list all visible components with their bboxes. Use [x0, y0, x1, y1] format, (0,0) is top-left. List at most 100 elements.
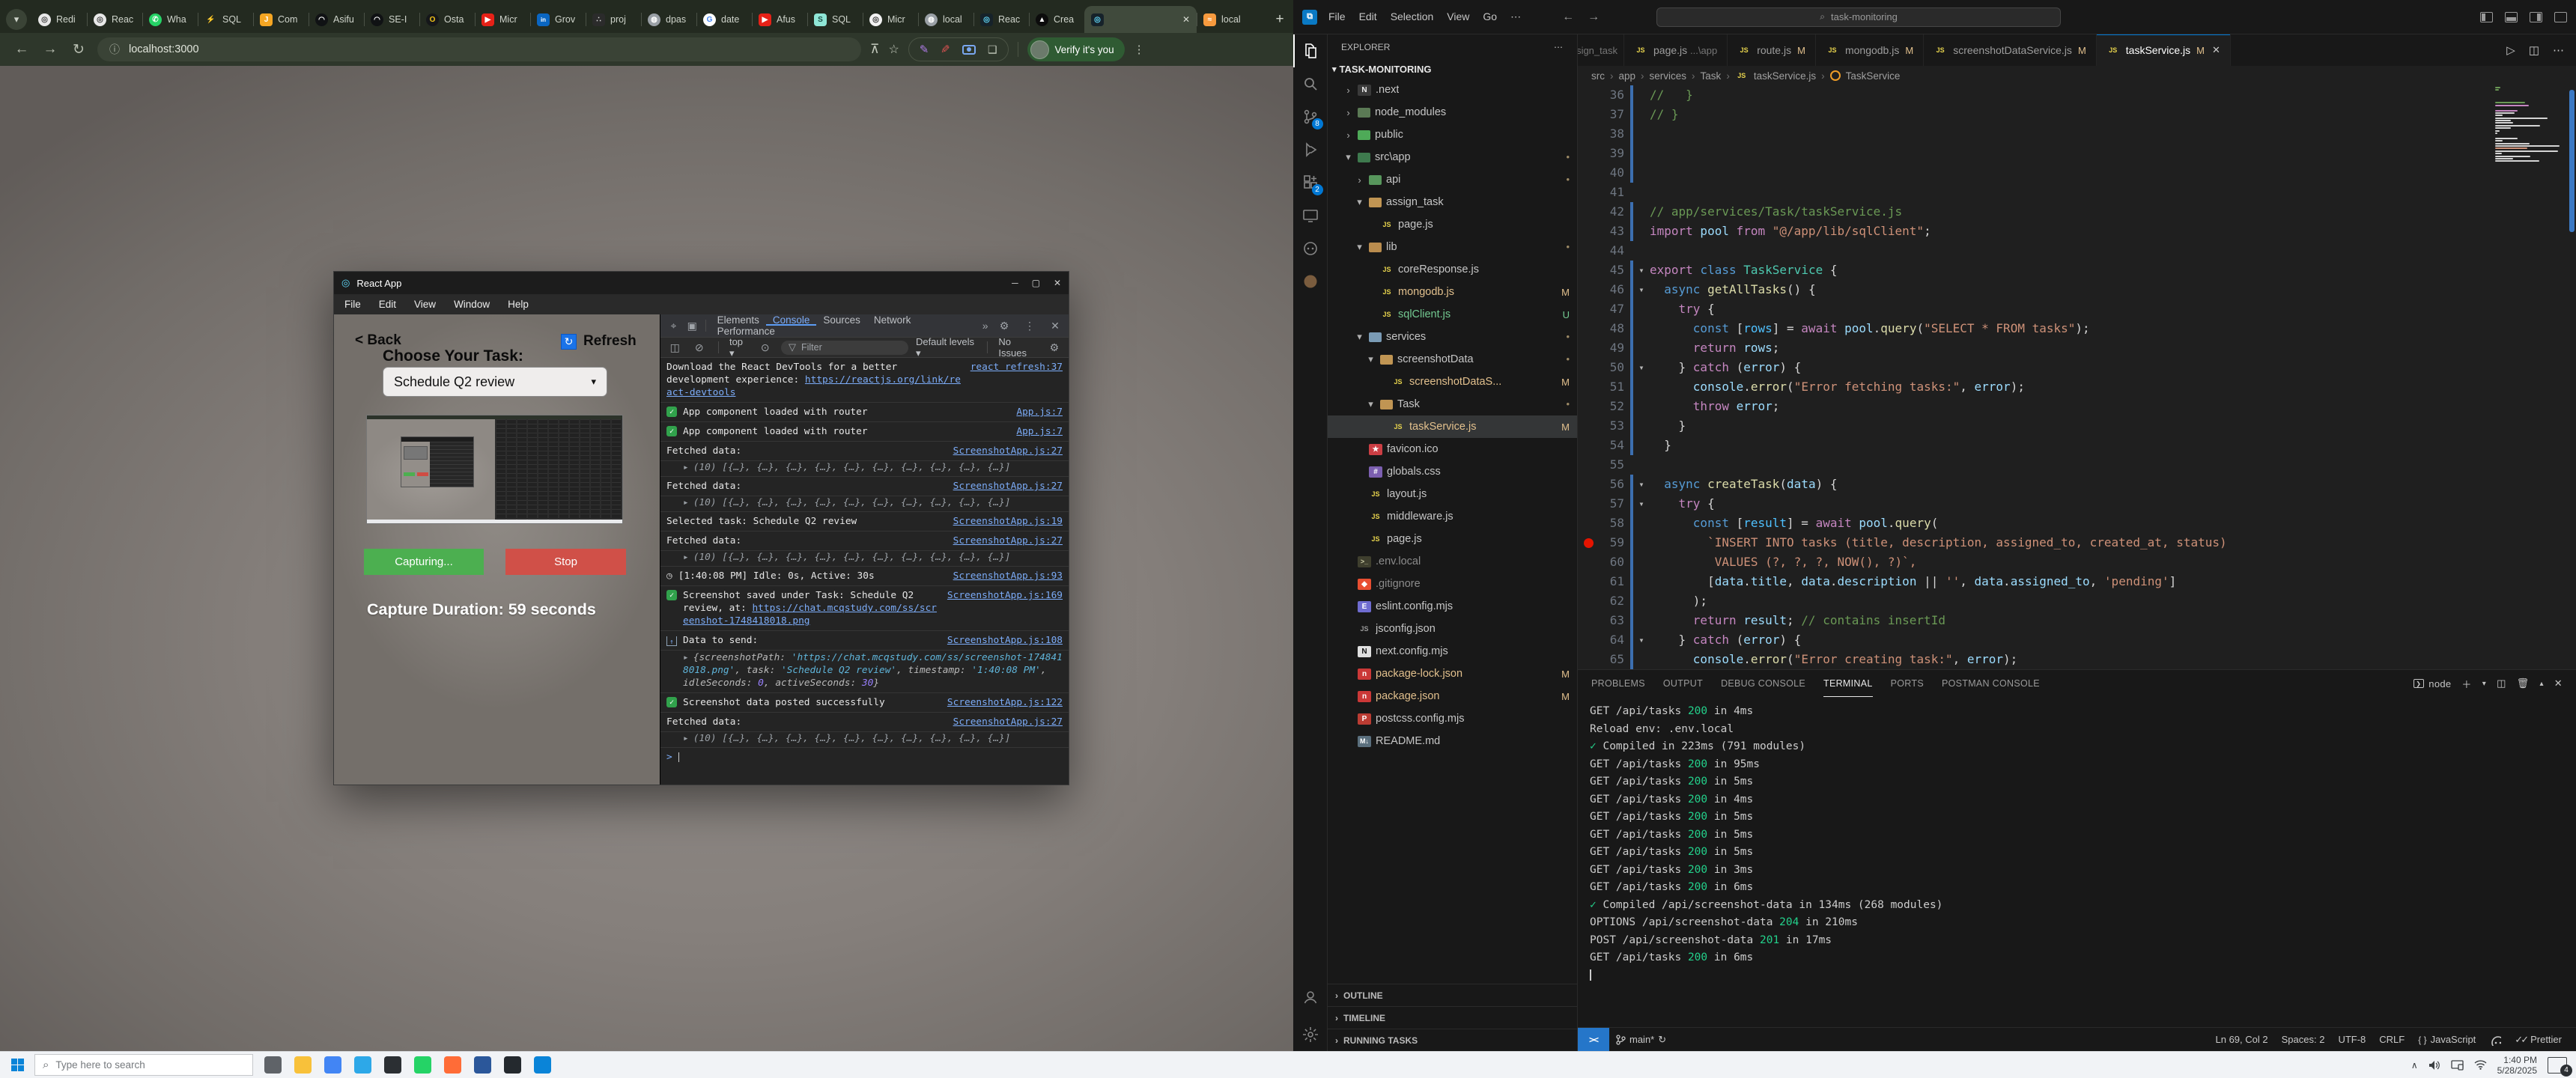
status-item[interactable]: UTF-8 — [2331, 1034, 2372, 1045]
extensions-puzzle-icon[interactable]: ❑ — [988, 43, 997, 56]
status-item[interactable] — [2482, 1034, 2508, 1046]
browser-tab[interactable]: ▶ Micr — [475, 6, 530, 33]
taskbar-app-github[interactable] — [497, 1056, 527, 1074]
forward-icon[interactable]: → — [40, 41, 60, 58]
vscode-menu-item[interactable]: View — [1440, 10, 1476, 22]
tree-item[interactable]: JS coreResponse.js — [1328, 258, 1577, 281]
panel-tab-output[interactable]: OUTPUT — [1663, 670, 1703, 697]
console-link[interactable]: https://chat.mcqstudy.com/ss/screenshot-… — [683, 603, 937, 627]
browser-tab[interactable]: ◎ Redi — [31, 6, 87, 33]
console-source-link[interactable]: ScreenshotApp.js:27 — [953, 716, 1063, 728]
tree-item[interactable]: JS jsconfig.json — [1328, 618, 1577, 640]
browser-tab[interactable]: ◍ local — [918, 6, 973, 33]
tree-item[interactable]: ★ favicon.ico — [1328, 438, 1577, 460]
task-select[interactable]: Schedule Q2 review ▾ — [383, 367, 607, 397]
stop-button[interactable]: Stop — [505, 549, 626, 575]
customize-layout-icon[interactable] — [2554, 11, 2567, 22]
app-menu-item[interactable]: File — [344, 299, 361, 310]
command-center[interactable]: ⌕ task-monitoring — [1656, 7, 2062, 27]
new-terminal-icon[interactable]: ＋ — [2461, 677, 2471, 691]
sidebar-section-running-tasks[interactable]: › RUNNING TASKS — [1328, 1029, 1577, 1051]
tree-item[interactable]: ▾ Task • — [1328, 393, 1577, 415]
devtools-close-icon[interactable]: ✕ — [1046, 320, 1064, 332]
refresh-label[interactable]: Refresh — [583, 333, 637, 350]
vscode-menu-item[interactable]: Go — [1476, 10, 1504, 22]
run-debug-icon[interactable] — [1293, 133, 1328, 166]
filter-input[interactable] — [801, 342, 884, 353]
editor-more-icon[interactable]: ⋯ — [2553, 43, 2564, 57]
app-menu-item[interactable]: View — [414, 299, 436, 310]
tree-item[interactable]: Eeslint.config.mjs — [1328, 595, 1577, 618]
console-log-area[interactable]: Download the React DevTools for a better… — [660, 358, 1069, 785]
editor-tab[interactable]: JS mongodb.js M — [1816, 34, 1925, 66]
maximize-icon[interactable]: ▢ — [1032, 278, 1040, 288]
browser-tab[interactable]: ✆ Wha — [142, 6, 198, 33]
devtools-tab-console[interactable]: Console — [766, 314, 817, 326]
browser-tab[interactable]: in Grov — [530, 6, 586, 33]
search-icon[interactable] — [1293, 67, 1328, 100]
tree-item[interactable]: JS page.js — [1328, 528, 1577, 550]
address-bar[interactable]: ⓘ localhost:3000 — [97, 37, 861, 61]
console-source-link[interactable]: ScreenshotApp.js:169 — [947, 589, 1063, 602]
panel-tab-ports[interactable]: PORTS — [1891, 670, 1924, 697]
taskbar-app-word[interactable] — [467, 1056, 497, 1074]
console-source-link[interactable]: ScreenshotApp.js:108 — [947, 634, 1063, 647]
console-source-link[interactable]: ScreenshotApp.js:27 — [953, 480, 1063, 493]
app-menu-item[interactable]: Help — [508, 299, 529, 310]
kill-terminal-icon[interactable]: 🗑 — [2517, 677, 2530, 689]
tree-item[interactable]: JS page.js — [1328, 213, 1577, 236]
nav-forward-icon[interactable]: → — [1588, 10, 1600, 24]
app-menu-item[interactable]: Edit — [379, 299, 396, 310]
sidebar-section-timeline[interactable]: › TIMELINE — [1328, 1006, 1577, 1029]
cast-icon[interactable] — [2450, 1059, 2464, 1071]
tree-item[interactable]: ◆ .gitignore — [1328, 573, 1577, 595]
split-editor-icon[interactable]: ◫ — [2529, 43, 2539, 57]
new-tab-button[interactable]: + — [1269, 9, 1290, 30]
browser-tab[interactable]: ⚡ SQL — [198, 6, 253, 33]
array-preview[interactable]: ▸ (10) [{…}, {…}, {…}, {…}, {…}, {…}, {…}… — [660, 461, 1069, 477]
editor-tab[interactable]: JS screenshotDataService.js M — [1924, 34, 2097, 66]
highlighter-icon[interactable]: ✎ — [941, 43, 950, 56]
devtools-tab-elements[interactable]: Elements — [711, 314, 766, 326]
sidebar-section-outline[interactable]: › OUTLINE — [1328, 984, 1577, 1006]
vscode-menu-item[interactable]: File — [1322, 10, 1352, 22]
console-settings-icon[interactable]: ⚙ — [1046, 341, 1063, 354]
browser-tab[interactable]: ◠ Asifu — [309, 6, 364, 33]
array-preview[interactable]: ▸ (10) [{…}, {…}, {…}, {…}, {…}, {…}, {…}… — [660, 551, 1069, 567]
console-source-link[interactable]: ScreenshotApp.js:19 — [953, 515, 1063, 528]
refresh-icon[interactable]: ↻ — [561, 333, 577, 350]
terminal-output[interactable]: GET /api/tasks 200 in 4ms Reload env: .e… — [1578, 697, 2576, 1027]
tree-item[interactable]: ▾ lib • — [1328, 236, 1577, 258]
editor-tab[interactable]: JS page.js ...\app — [1624, 34, 1728, 66]
maximize-panel-icon[interactable]: ▴ — [2539, 680, 2543, 688]
panel-tab-problems[interactable]: PROBLEMS — [1591, 670, 1645, 697]
explorer-more-icon[interactable]: ⋯ — [1554, 42, 1564, 52]
browser-tab[interactable]: S SQL — [807, 6, 863, 33]
console-source-link[interactable]: react refresh:37 — [970, 361, 1063, 374]
editor-tab[interactable]: page.js ...\assign_task — [1578, 34, 1624, 66]
split-terminal-icon[interactable]: ◫ — [2497, 677, 2506, 689]
object-preview[interactable]: ▸ {screenshotPath: 'https://chat.mcqstudy… — [660, 651, 1069, 693]
toggle-sidebar-icon[interactable] — [2480, 11, 2493, 22]
wifi-icon[interactable] — [2474, 1060, 2487, 1070]
breadcrumb-item[interactable]: TaskService — [1846, 70, 1901, 82]
tree-item[interactable]: JS mongodb.js M — [1328, 281, 1577, 303]
status-item[interactable]: Ln 69, Col 2 — [2209, 1034, 2275, 1045]
taskbar-app-terminal[interactable] — [377, 1056, 407, 1074]
breadcrumb-item[interactable]: src — [1591, 70, 1605, 82]
editor-scrollbar[interactable] — [2569, 90, 2575, 232]
console-filter[interactable]: ▽ — [780, 340, 908, 355]
reload-icon[interactable]: ↻ — [69, 41, 88, 58]
devtools-menu-icon[interactable]: ⋮ — [1021, 320, 1039, 332]
back-link[interactable]: < Back — [355, 332, 401, 349]
console-prompt[interactable]: > — [660, 748, 1069, 767]
status-item[interactable]: CRLF — [2372, 1034, 2411, 1045]
tree-item[interactable]: JS layout.js — [1328, 483, 1577, 505]
status-item[interactable]: ✓✓ Prettier — [2508, 1034, 2569, 1046]
tree-item[interactable]: › public — [1328, 124, 1577, 146]
device-toolbar-icon[interactable]: ▣ — [684, 320, 701, 332]
settings-gear-icon[interactable] — [1293, 1018, 1328, 1051]
close-tab-icon[interactable]: ✕ — [1182, 14, 1190, 25]
vscode-menu-item[interactable]: Edit — [1352, 10, 1384, 22]
vscode-menu-item[interactable]: ⋯ — [1504, 10, 1528, 22]
